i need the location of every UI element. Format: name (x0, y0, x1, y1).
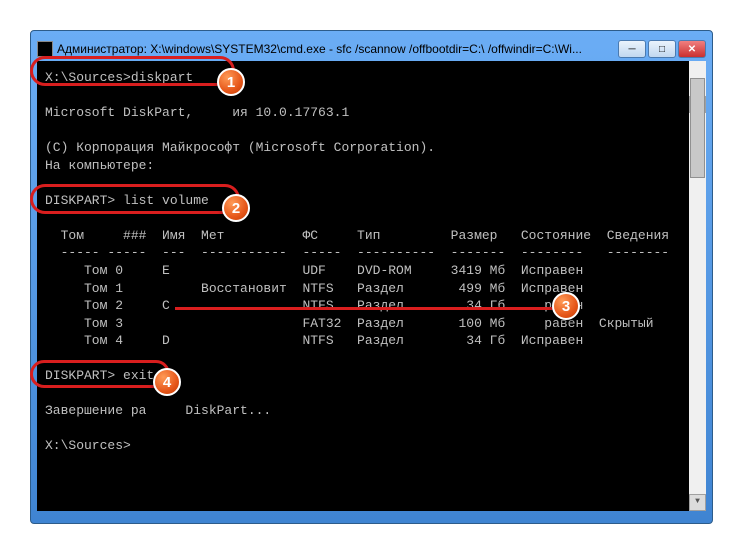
console-output[interactable]: X:\Sources>diskpart Microsoft DiskPart, … (37, 61, 706, 511)
prompt-source: X:\Sources> (45, 70, 131, 85)
window-controls: ─ □ ✕ (618, 40, 706, 58)
maximize-button[interactable]: □ (648, 40, 676, 58)
table-row: Том 3 FAT32 Раздел 100 Мб равен Скрытый (45, 316, 654, 331)
cmd-window: Администратор: X:\windows\SYSTEM32\cmd.e… (30, 30, 713, 524)
table-row: Том 0 E UDF DVD-ROM 3419 Мб Исправен (45, 263, 583, 278)
window-title: Администратор: X:\windows\SYSTEM32\cmd.e… (57, 42, 618, 56)
table-row: Том 2 C NTFS Раздел 34 Гб равен (45, 298, 583, 313)
close-button[interactable]: ✕ (678, 40, 706, 58)
scroll-down-button[interactable]: ▼ (689, 494, 706, 511)
prompt-source: X:\Sources> (45, 438, 131, 453)
cmd-diskpart: diskpart (131, 70, 193, 85)
finish-line: Завершение ра DiskPart... (45, 403, 271, 418)
cmd-icon (37, 41, 53, 57)
table-header: Том ### Имя Мет ФС Тип Размер Состояние … (45, 228, 669, 243)
cmd-exit: exit (123, 368, 154, 383)
computer-line: На компьютере: (45, 158, 154, 173)
chevron-down-icon: ▼ (695, 497, 700, 508)
scroll-thumb[interactable] (690, 78, 705, 178)
vertical-scrollbar[interactable]: ▲ ▼ (689, 61, 706, 511)
maximize-icon: □ (659, 44, 665, 55)
diskpart-version: Microsoft DiskPart, ия 10.0.17763.1 (45, 105, 349, 120)
minimize-icon: ─ (628, 44, 635, 55)
prompt-diskpart: DISKPART> (45, 193, 123, 208)
copyright-line: (C) Корпорация Майкрософт (Microsoft Cor… (45, 140, 435, 155)
prompt-diskpart: DISKPART> (45, 368, 123, 383)
close-icon: ✕ (688, 44, 696, 55)
cmd-list-volume: list volume (123, 193, 209, 208)
table-row: Том 1 Восстановит NTFS Раздел 499 Мб Исп… (45, 281, 583, 296)
minimize-button[interactable]: ─ (618, 40, 646, 58)
table-divider: ----- ----- --- ----------- ----- ------… (45, 245, 669, 260)
table-row: Том 4 D NTFS Раздел 34 Гб Исправен (45, 333, 583, 348)
title-bar[interactable]: Администратор: X:\windows\SYSTEM32\cmd.e… (37, 37, 706, 61)
